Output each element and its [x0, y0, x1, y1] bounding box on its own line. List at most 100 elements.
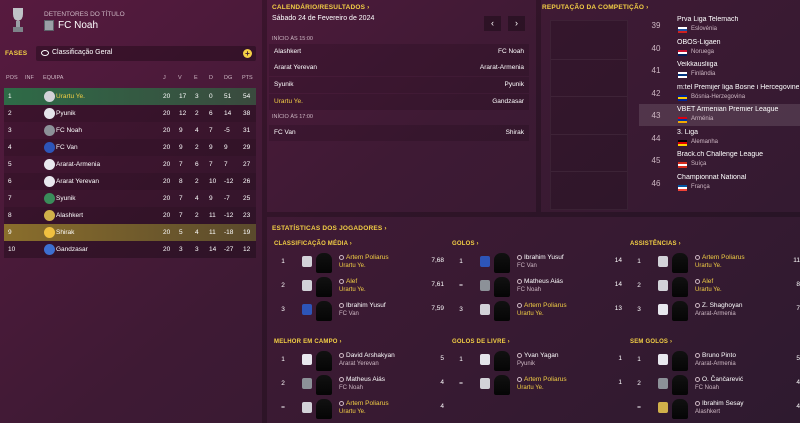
league-name[interactable]: VBET Armenian Premier League — [677, 106, 799, 113]
player-team[interactable]: Ararat-Armenia — [695, 311, 736, 317]
stat-row[interactable]: 2 O. Čančarević FC Noah 4 — [630, 373, 800, 395]
cell-team[interactable]: Pyunik — [56, 110, 76, 117]
player-name[interactable]: O. Čančarević — [702, 376, 743, 383]
player-name[interactable]: Matheus Aiás — [346, 376, 385, 383]
player-name-wrap[interactable]: Artem Poliarus — [695, 254, 745, 261]
stat-row[interactable]: 1 Bruno Pinto Ararat-Armenia 5 — [630, 349, 800, 371]
fixture-row[interactable]: Ararat Yerevan Ararat-Armenia — [269, 60, 529, 76]
away-team[interactable]: Ararat-Armenia — [480, 64, 524, 71]
player-name-wrap[interactable]: Artem Poliarus — [339, 400, 389, 407]
player-name-wrap[interactable]: Matheus Aiás — [517, 278, 563, 285]
player-name[interactable]: Artem Poliarus — [702, 254, 745, 261]
stat-row[interactable]: = Matheus Aiás FC Noah 14 — [452, 275, 622, 297]
player-team[interactable]: Urartu Ye. — [339, 263, 366, 269]
cell-team[interactable]: Alashkert — [56, 212, 83, 219]
player-name[interactable]: Artem Poliarus — [524, 302, 567, 309]
stat-block-title[interactable]: SEM GOLOS › — [630, 339, 672, 345]
home-team[interactable]: Syunik — [274, 81, 294, 88]
player-team[interactable]: FC Van — [517, 263, 537, 269]
table-row[interactable]: 2 Pyunik 20 12 2 6 14 38 — [4, 105, 256, 122]
fixture-row[interactable]: Syunik Pyunik — [269, 77, 529, 93]
away-team[interactable]: FC Noah — [498, 48, 524, 55]
stat-block-title[interactable]: MELHOR EM CAMPO › — [274, 339, 342, 345]
reputation-title[interactable]: REPUTAÇÃO DA COMPETIÇÃO › — [542, 4, 648, 11]
cell-team[interactable]: Syunik — [56, 195, 76, 202]
reputation-row[interactable]: 40 OBOS-Ligaen Noruega — [639, 37, 800, 59]
reputation-row[interactable]: 41 Veikkausliiga Finlândia — [639, 59, 800, 81]
league-name[interactable]: OBOS-Ligaen — [677, 39, 799, 46]
away-team[interactable]: Gandzasar — [492, 98, 524, 105]
cell-team[interactable]: Gandzasar — [56, 246, 88, 253]
col-v[interactable]: V — [178, 75, 182, 81]
stat-row[interactable]: 1 Yvan Yagan Pyunik 1 — [452, 349, 622, 371]
col-team[interactable]: EQUIPA — [43, 75, 63, 81]
player-team[interactable]: Urartu Ye. — [339, 409, 366, 415]
col-inf[interactable]: INF — [25, 75, 34, 81]
calendar-title[interactable]: CALENDÁRIO/RESULTADOS › — [272, 4, 370, 11]
cell-team[interactable]: Ararat Yerevan — [56, 178, 99, 185]
table-row[interactable]: 9 Shirak 20 5 4 11 -18 19 — [4, 224, 256, 241]
col-pts[interactable]: PTS — [242, 75, 253, 81]
stat-row[interactable]: = Ibrahim Sesay Alashkert 4 — [630, 397, 800, 419]
table-row[interactable]: 1 Urartu Ye. 20 17 3 0 51 54 — [4, 88, 256, 105]
player-name-wrap[interactable]: David Arshakyan — [339, 352, 395, 359]
stat-row[interactable]: 1 Artem Poliarus Urartu Ye. 11 — [630, 251, 800, 273]
player-team[interactable]: FC Noah — [695, 385, 719, 391]
player-team[interactable]: Urartu Ye. — [339, 287, 366, 293]
player-name-wrap[interactable]: Yvan Yagan — [517, 352, 558, 359]
stat-row[interactable]: 2 Alef Urartu Ye. 7,61 — [274, 275, 444, 297]
table-row[interactable]: 8 Alashkert 20 7 2 11 -12 23 — [4, 207, 256, 224]
col-e[interactable]: E — [194, 75, 198, 81]
stat-row[interactable]: 1 Artem Poliarus Urartu Ye. 7,68 — [274, 251, 444, 273]
stat-row[interactable]: 2 Alef Urartu Ye. 8 — [630, 275, 800, 297]
stat-block-title[interactable]: ASSISTÊNCIAS › — [630, 241, 681, 247]
table-row[interactable]: 7 Syunik 20 7 4 9 -7 25 — [4, 190, 256, 207]
player-name-wrap[interactable]: Matheus Aiás — [339, 376, 385, 383]
player-name-wrap[interactable]: Artem Poliarus — [517, 376, 567, 383]
away-team[interactable]: Shirak — [506, 129, 524, 136]
stat-row[interactable]: 2 Matheus Aiás FC Noah 4 — [274, 373, 444, 395]
player-stats-title[interactable]: ESTATÍSTICAS DOS JOGADORES › — [272, 225, 387, 232]
stat-block-title[interactable]: GOLOS DE LIVRE › — [452, 339, 510, 345]
fixture-row[interactable]: Urartu Ye. Gandzasar — [269, 94, 529, 110]
reputation-row[interactable]: 45 Brack.ch Challenge League Suíça — [639, 149, 800, 171]
player-name[interactable]: Artem Poliarus — [524, 376, 567, 383]
reputation-row[interactable]: 44 3. Liga Alemanha — [639, 127, 800, 149]
reputation-row[interactable]: 43 VBET Armenian Premier League Arménia — [639, 104, 800, 126]
stat-row[interactable]: 3 Artem Poliarus Urartu Ye. 13 — [452, 299, 622, 321]
table-row[interactable]: 6 Ararat Yerevan 20 8 2 10 -12 26 — [4, 173, 256, 190]
cell-team[interactable]: Urartu Ye. — [56, 93, 85, 100]
player-name-wrap[interactable]: Z. Shaghoyan — [695, 302, 742, 309]
fixture-row[interactable]: Alashkert FC Noah — [269, 44, 529, 60]
chevron-right-icon[interactable]: › — [508, 16, 525, 31]
player-name[interactable]: Ibrahim Yusuf — [346, 302, 386, 309]
stat-row[interactable]: 3 Z. Shaghoyan Ararat-Armenia 7 — [630, 299, 800, 321]
league-name[interactable]: m:tel Premijer liga Bosne i Hercegovine — [677, 84, 799, 91]
stat-row[interactable]: 1 David Arshakyan Ararat Yerevan 5 — [274, 349, 444, 371]
table-row[interactable]: 5 Ararat-Armenia 20 7 6 7 7 27 — [4, 156, 256, 173]
player-name[interactable]: Ibrahim Yusuf — [524, 254, 564, 261]
plus-icon[interactable]: + — [243, 49, 252, 58]
col-pos[interactable]: POS — [6, 75, 18, 81]
stat-block-title[interactable]: CLASSIFICAÇÃO MÉDIA › — [274, 241, 352, 247]
player-team[interactable]: Pyunik — [517, 361, 535, 367]
player-team[interactable]: FC Noah — [339, 385, 363, 391]
chevron-left-icon[interactable]: ‹ — [484, 16, 501, 31]
player-name-wrap[interactable]: O. Čančarević — [695, 376, 743, 383]
home-team[interactable]: Alashkert — [274, 48, 301, 55]
player-name-wrap[interactable]: Alef — [339, 278, 357, 285]
league-name[interactable]: Championnat National — [677, 174, 799, 181]
player-name[interactable]: Artem Poliarus — [346, 254, 389, 261]
player-name[interactable]: Alef — [702, 278, 713, 285]
col-d[interactable]: D — [209, 75, 213, 81]
player-team[interactable]: Urartu Ye. — [695, 263, 722, 269]
league-name[interactable]: Veikkausliiga — [677, 61, 799, 68]
col-dg[interactable]: DG — [224, 75, 232, 81]
player-team[interactable]: FC Noah — [517, 287, 541, 293]
player-team[interactable]: Ararat Yerevan — [339, 361, 379, 367]
player-name[interactable]: Matheus Aiás — [524, 278, 563, 285]
player-name[interactable]: Artem Poliarus — [346, 400, 389, 407]
player-name[interactable]: Ibrahim Sesay — [702, 400, 744, 407]
fixture-row[interactable]: FC Van Shirak — [269, 125, 529, 141]
stat-block-title[interactable]: GOLOS › — [452, 241, 479, 247]
